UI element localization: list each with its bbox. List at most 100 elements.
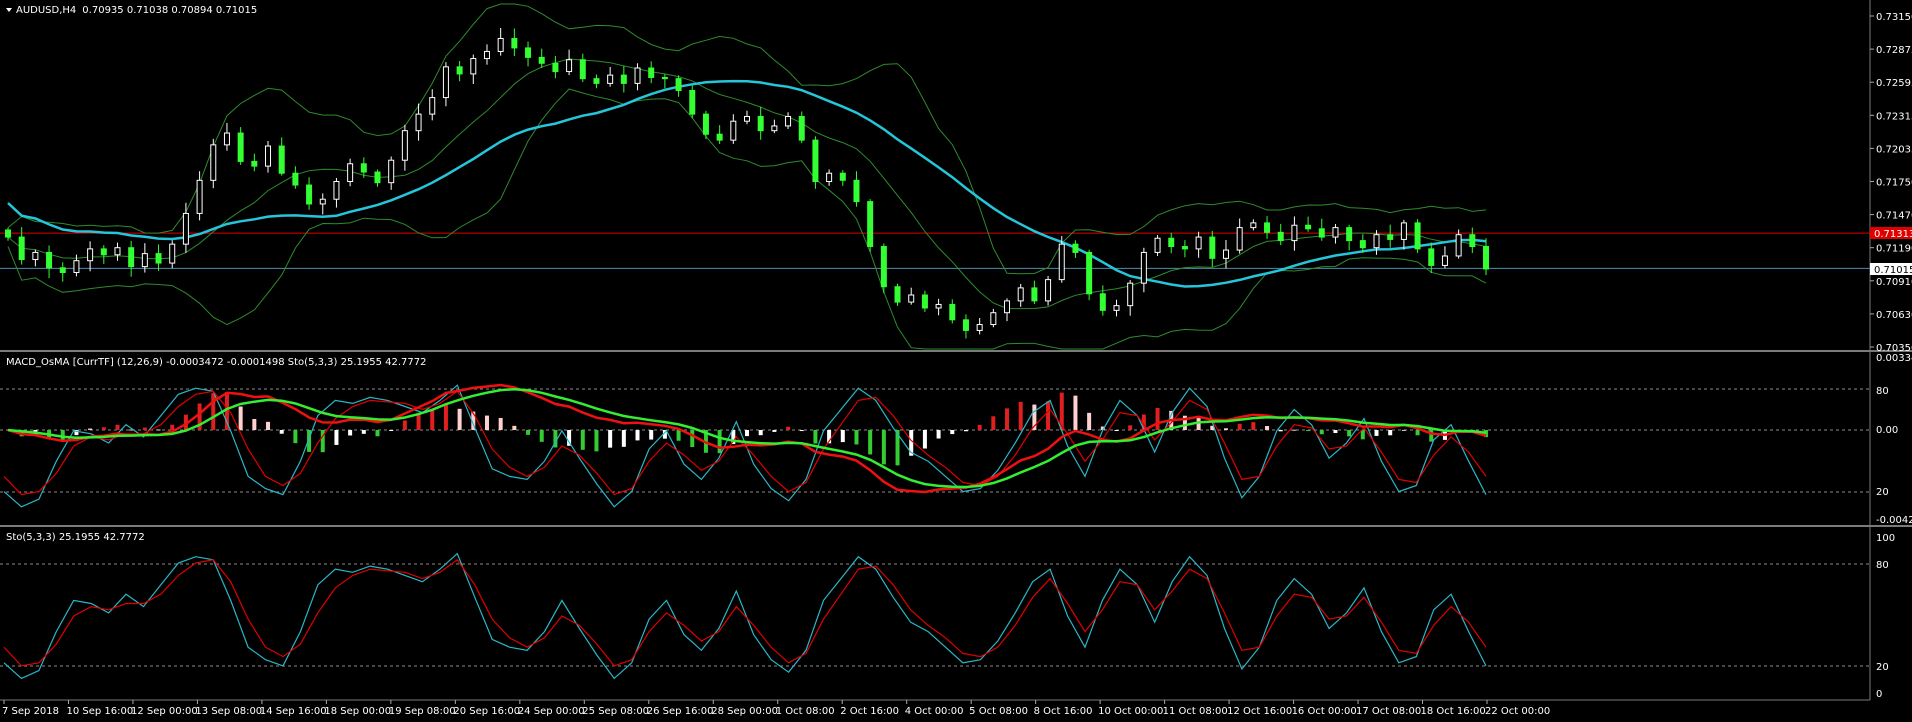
price-tick-label: 0.72875 [1876,45,1912,56]
histogram-bar [142,427,147,430]
histogram-bar [1237,423,1242,430]
symbol-header: AUDUSD,H4 0.70935 0.71038 0.70894 0.71015 [16,5,257,16]
histogram-bar [772,430,777,432]
bear-candle [1428,248,1435,266]
time-tick-label: 12 Oct 16:00 [1227,706,1292,717]
bull-candle [401,130,408,161]
price-tick-label: 0.73150 [1876,12,1912,23]
bear-candle [1277,231,1284,242]
bull-candle [1058,243,1065,281]
histogram-bar [950,430,955,435]
bear-candle [1181,246,1188,250]
histogram-bar [608,430,613,448]
bear-candle [46,251,53,269]
histogram-bar [252,419,257,430]
bear-candle [593,78,600,84]
bull-candle [607,74,614,84]
time-tick-label: 26 Sep 16:00 [647,706,714,717]
price-tick-label: 0.71750 [1876,178,1912,189]
price-tick-label: 0.71470 [1876,211,1912,222]
macd-tick-label: 80 [1876,386,1889,397]
bear-candle [867,201,874,248]
histogram-bar [1319,430,1324,435]
time-tick-label: 1 Oct 08:00 [776,706,835,717]
histogram-bar [1128,425,1133,430]
time-tick-label: 20 Sep 16:00 [453,706,520,717]
bull-candle [1154,237,1161,253]
bear-candle [1264,222,1271,233]
bear-candle [921,294,928,309]
bear-candle [661,76,668,80]
bear-candle [155,253,162,264]
bull-candle [141,253,148,268]
bear-candle [1072,243,1079,253]
histogram-bar [922,430,927,449]
time-tick-label: 17 Oct 08:00 [1356,706,1421,717]
bull-candle [265,145,272,167]
bull-candle [744,115,750,122]
bull-candle [908,294,915,303]
bear-candle [237,132,244,162]
histogram-bar [635,430,640,441]
histogram-bar [1073,395,1078,430]
histogram-bar [60,430,65,440]
time-tick-label: 12 Sep 00:00 [131,706,198,717]
time-tick-label: 11 Oct 08:00 [1163,706,1228,717]
macd-tick-label: -0.004296 [1876,515,1912,526]
bull-candle [634,67,641,84]
histogram-bar [1087,412,1092,430]
macd-header: MACD_OsMA [CurrTF] (12,26,9) -0.0003472 … [6,357,427,368]
bull-candle [73,260,80,274]
price-tick-label: 0.72595 [1876,78,1912,89]
stochastic-tick-label: 0 [1876,689,1882,700]
bull-candle [1441,255,1448,266]
histogram-bar [348,430,353,436]
histogram-bar [539,430,544,442]
histogram-bar [1251,422,1256,430]
histogram-bar [266,421,271,430]
stochastic-tick-label: 20 [1876,662,1889,673]
time-tick-label: 10 Oct 00:00 [1098,706,1163,717]
histogram-bar [991,416,996,430]
histogram-bar [936,430,941,439]
bull-candle [169,243,176,264]
bull-candle [730,120,737,141]
bear-candle [292,172,299,186]
bull-candle [1113,305,1120,311]
bear-candle [853,179,860,203]
histogram-bar [443,403,448,430]
time-tick-label: 7 Sep 2018 [2,706,59,717]
bear-candle [1483,246,1489,270]
bear-candle [1086,251,1093,295]
trading-chart-window[interactable]: AUDUSD,H4 0.70935 0.71038 0.70894 0.71015… [0,0,1912,722]
histogram-bar [1223,428,1228,430]
bull-candle [566,59,573,73]
stochastic-header: Sto(5,3,3) 25.1955 42.7772 [6,532,145,543]
bull-candle [785,115,792,127]
histogram-bar [1347,430,1352,437]
histogram-bar [1415,430,1420,436]
time-tick-label: 4 Oct 00:00 [905,706,964,717]
histogram-bar [621,430,626,447]
bear-candle [525,47,532,58]
histogram-bar [457,408,462,430]
histogram-bar [170,424,175,430]
bear-candle [374,171,381,184]
histogram-bar [799,430,804,432]
histogram-bar [430,409,435,430]
time-tick-label: 8 Oct 16:00 [1034,706,1093,717]
stochastic-tick-label: 100 [1876,533,1895,544]
bear-candle [360,163,367,173]
histogram-bar [279,430,284,434]
time-tick-label: 13 Sep 08:00 [195,706,262,717]
macd-tick-label: 0.00 [1876,425,1898,436]
bull-candle [1373,234,1380,249]
bull-candle [990,312,997,326]
bull-candle [826,172,833,183]
bull-candle [32,251,39,261]
time-tick-label: 5 Oct 08:00 [969,706,1028,717]
histogram-bar [649,430,654,440]
histogram-bar [676,430,681,441]
bear-candle [1209,236,1216,259]
histogram-bar [1046,401,1051,430]
